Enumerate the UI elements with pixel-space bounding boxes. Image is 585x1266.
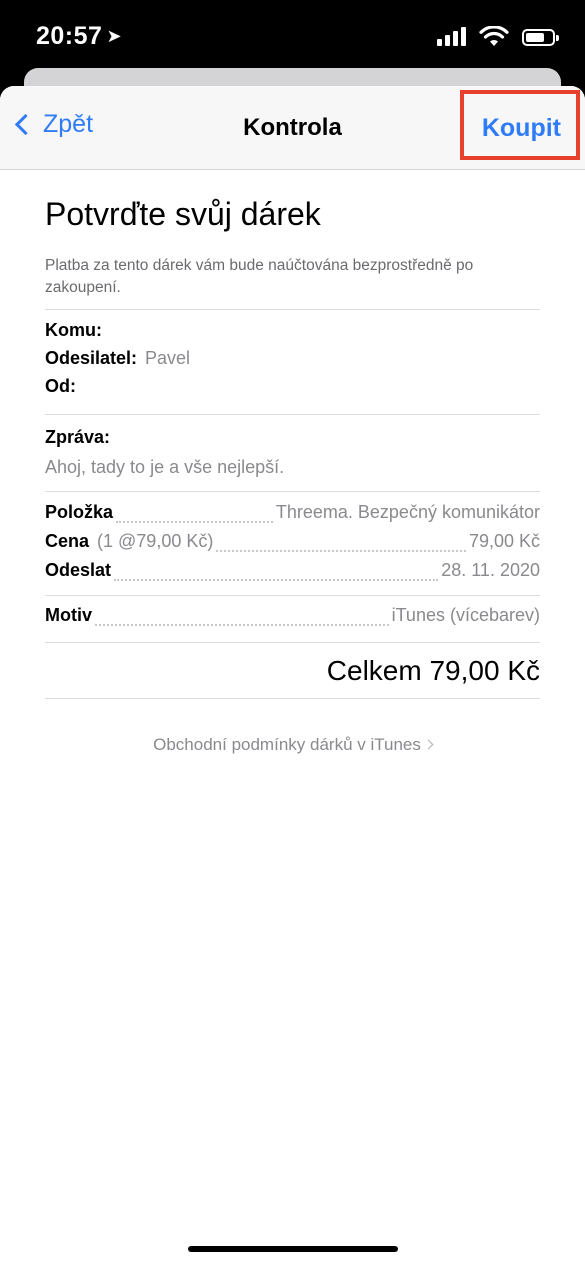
location-arrow-icon: ➤ bbox=[106, 26, 123, 46]
dot-leader bbox=[216, 549, 466, 552]
sender-value: Pavel bbox=[145, 348, 191, 368]
page-title: Potvrďte svůj dárek bbox=[45, 196, 321, 232]
send-date-row: Odeslat 28. 11. 2020 bbox=[45, 560, 540, 589]
dot-leader bbox=[95, 623, 389, 626]
chevron-right-icon bbox=[423, 739, 434, 750]
message-label: Zpráva: bbox=[45, 427, 111, 447]
status-time-text: 20:57 bbox=[36, 22, 103, 50]
home-indicator[interactable] bbox=[188, 1246, 398, 1252]
buy-button[interactable]: Koupit bbox=[482, 114, 561, 143]
recipient-section: Komu: Odesilatel: Pavel Od: bbox=[45, 310, 540, 415]
message-section: Zpráva: Ahoj, tady to je a vše nejlepší. bbox=[45, 415, 540, 492]
price-value: 79,00 Kč bbox=[468, 531, 540, 551]
battery-fill bbox=[526, 33, 544, 42]
item-row: Položka Threema. Bezpečný komunikátor bbox=[45, 502, 540, 531]
wifi-icon bbox=[479, 25, 509, 48]
to-row: Komu: bbox=[45, 320, 540, 348]
price-unit-detail: (1 @79,00 Kč) bbox=[97, 531, 214, 551]
price-label: Cena bbox=[45, 531, 90, 551]
item-label: Položka bbox=[45, 502, 114, 522]
details-section: Položka Threema. Bezpečný komunikátor Ce… bbox=[45, 492, 540, 596]
item-value: Threema. Bezpečný komunikátor bbox=[275, 502, 540, 522]
send-date-value: 28. 11. 2020 bbox=[441, 560, 540, 580]
review-sheet: Zpět Kontrola Koupit Potvrďte svůj dárek… bbox=[0, 86, 585, 1266]
battery-icon bbox=[522, 29, 559, 46]
from-label: Od: bbox=[45, 376, 76, 396]
theme-label: Motiv bbox=[45, 605, 92, 625]
dot-leader bbox=[114, 578, 439, 581]
total-row: Celkem 79,00 Kč bbox=[45, 643, 540, 699]
to-label: Komu: bbox=[45, 320, 102, 340]
gift-terms-link-label: Obchodní podmínky dárků v iTunes bbox=[153, 735, 421, 754]
total-amount: Celkem 79,00 Kč bbox=[326, 654, 540, 686]
theme-section: Motiv iTunes (vícebarev) bbox=[45, 596, 540, 643]
sender-label: Odesilatel: bbox=[45, 348, 138, 368]
sender-row: Odesilatel: Pavel bbox=[45, 348, 540, 376]
theme-value: iTunes (vícebarev) bbox=[391, 605, 540, 625]
navigation-bar: Zpět Kontrola Koupit bbox=[0, 86, 585, 170]
message-text: Ahoj, tady to je a vše nejlepší. bbox=[45, 457, 285, 477]
from-row: Od: bbox=[45, 376, 540, 404]
theme-row: Motiv iTunes (vícebarev) bbox=[45, 605, 540, 634]
gift-review-content: Potvrďte svůj dárek Platba za tento dáre… bbox=[45, 170, 540, 755]
cellular-signal-icon bbox=[437, 26, 467, 48]
send-date-label: Odeslat bbox=[45, 560, 112, 580]
status-time: 20:57 ➤ bbox=[36, 22, 122, 51]
dot-leader bbox=[116, 520, 273, 523]
price-row: Cena (1 @79,00 Kč) 79,00 Kč bbox=[45, 531, 540, 560]
gift-terms-link[interactable]: Obchodní podmínky dárků v iTunes bbox=[45, 735, 540, 755]
status-bar: 20:57 ➤ bbox=[0, 0, 585, 72]
payment-notice: Platba za tento dárek vám bude naúčtován… bbox=[45, 255, 540, 310]
